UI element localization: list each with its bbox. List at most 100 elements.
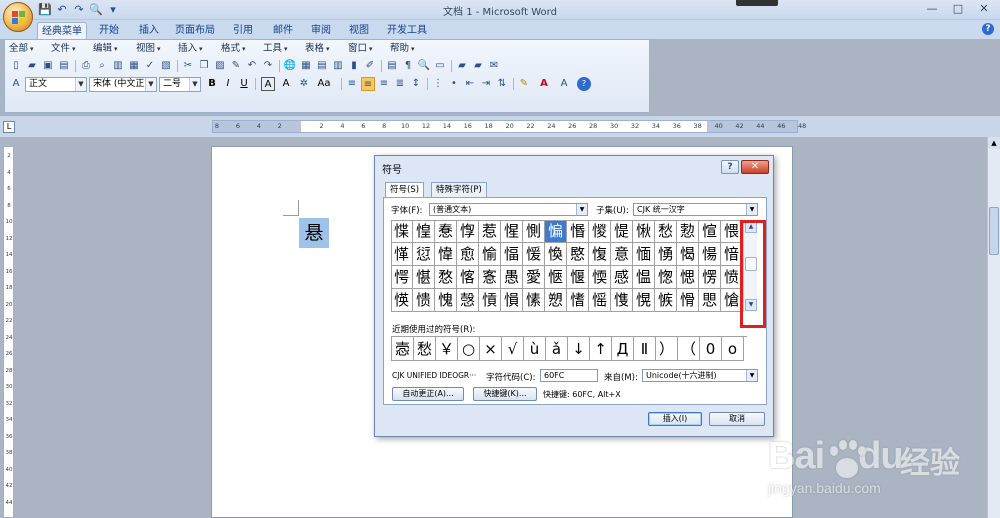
menu-tools[interactable]: 工具 ▾ bbox=[263, 42, 288, 56]
symbol-cell[interactable]: 愍 bbox=[567, 243, 589, 266]
menu-insert[interactable]: 插入 ▾ bbox=[178, 42, 203, 56]
permission-icon[interactable]: ▤ bbox=[57, 59, 71, 73]
symbol-cell[interactable]: 愄 bbox=[721, 220, 743, 243]
symbol-cell[interactable]: 惽 bbox=[567, 220, 589, 243]
symbol-cell[interactable]: 愴 bbox=[721, 289, 743, 312]
symbol-cell[interactable]: 愝 bbox=[567, 266, 589, 289]
symbol-cell[interactable]: 感 bbox=[611, 266, 633, 289]
autocorrect-button[interactable]: 自动更正(A)... bbox=[392, 387, 464, 401]
menu-edit[interactable]: 编辑 ▾ bbox=[93, 42, 118, 56]
numbering-icon[interactable]: ⋮ bbox=[431, 77, 445, 91]
symbol-cell[interactable]: 愲 bbox=[677, 289, 699, 312]
insert-excel-icon[interactable]: ▥ bbox=[331, 59, 345, 73]
tab-insert[interactable]: 插入 bbox=[134, 22, 164, 39]
align-left-icon[interactable]: ≡ bbox=[345, 77, 359, 91]
menu-file[interactable]: 文件 ▾ bbox=[51, 42, 76, 56]
print-icon[interactable]: ⎙ bbox=[79, 59, 93, 73]
recent-symbol-cell[interactable]: ǎ bbox=[546, 337, 568, 361]
symbol-cell[interactable]: 愃 bbox=[699, 220, 721, 243]
symbol-cell[interactable]: 愕 bbox=[391, 266, 413, 289]
symbol-cell[interactable]: 愙 bbox=[479, 266, 501, 289]
paste-icon[interactable]: ▨ bbox=[213, 59, 227, 73]
symbol-cell[interactable]: 愓 bbox=[699, 243, 721, 266]
font-color-icon[interactable]: A bbox=[537, 77, 551, 91]
symbol-cell[interactable]: 愡 bbox=[655, 266, 677, 289]
styles-icon[interactable]: A bbox=[9, 77, 23, 91]
symbol-cell[interactable]: 惾 bbox=[589, 220, 611, 243]
full-screen-icon[interactable]: ▭ bbox=[433, 59, 447, 73]
document-map-icon[interactable]: ▤ bbox=[385, 59, 399, 73]
tab-home[interactable]: 开始 bbox=[94, 22, 124, 39]
recent-symbol-cell[interactable]: ↓ bbox=[568, 337, 590, 361]
font-combo[interactable]: 宋体 (中文正文 ▼ bbox=[89, 77, 157, 92]
from-select[interactable]: Unicode(十六进制) ▼ bbox=[642, 369, 758, 382]
menu-all[interactable]: 全部 ▾ bbox=[9, 42, 34, 56]
cancel-button[interactable]: 取消 bbox=[709, 412, 765, 426]
horizontal-ruler[interactable]: 8 6 4 2 2 4 6 8 10 12 14 16 18 20 22 24 26 28 30 32 34 36 38 40… bbox=[212, 120, 806, 133]
menu-help[interactable]: 帮助 ▾ bbox=[390, 42, 415, 56]
increase-indent-icon[interactable]: ⇥ bbox=[479, 77, 493, 91]
scroll-thumb[interactable] bbox=[989, 207, 999, 255]
font-select[interactable]: (普通文本) ▼ bbox=[429, 203, 588, 216]
symbol-cell[interactable]: 愅 bbox=[391, 243, 413, 266]
symbol-cell[interactable]: 惷 bbox=[435, 220, 457, 243]
symbol-cell[interactable]: 愱 bbox=[655, 289, 677, 312]
symbol-cell[interactable]: 愥 bbox=[391, 289, 413, 312]
spelling-icon[interactable]: ✓ bbox=[143, 59, 157, 73]
menu-table[interactable]: 表格 ▾ bbox=[305, 42, 330, 56]
justify-icon[interactable]: ≣ bbox=[393, 77, 407, 91]
tab-page-layout[interactable]: 页面布局 bbox=[172, 22, 218, 39]
chevron-down-icon[interactable]: ▼ bbox=[746, 204, 757, 215]
maximize-button[interactable]: □ bbox=[946, 1, 970, 17]
align-right-icon[interactable]: ≡ bbox=[377, 77, 391, 91]
recent-symbol-cell[interactable]: 0 bbox=[700, 337, 722, 361]
highlight-icon[interactable]: ✎ bbox=[517, 77, 531, 91]
change-case-button[interactable]: Aa bbox=[313, 77, 335, 91]
menu-window[interactable]: 窗口 ▾ bbox=[348, 42, 373, 56]
show-hide-icon[interactable]: ¶ bbox=[401, 59, 415, 73]
close-window-button[interactable]: ✕ bbox=[972, 1, 996, 17]
cut-icon[interactable]: ✂ bbox=[181, 59, 195, 73]
symbol-cell[interactable]: 愮 bbox=[589, 289, 611, 312]
symbol-cell[interactable]: 愚 bbox=[501, 266, 523, 289]
translate-icon[interactable]: ▦ bbox=[127, 59, 141, 73]
dialog-close-button[interactable]: ✕ bbox=[741, 160, 769, 174]
text-effects-icon[interactable]: ✲ bbox=[297, 77, 311, 91]
symbol-cell[interactable]: 愉 bbox=[479, 243, 501, 266]
recent-symbol-cell[interactable]: ○ bbox=[458, 337, 480, 361]
symbol-cell[interactable]: 愭 bbox=[567, 289, 589, 312]
format-painter-icon[interactable]: ✎ bbox=[229, 59, 243, 73]
style-combo[interactable]: 正文 ▼ bbox=[25, 77, 87, 92]
symbol-cell[interactable]: 愧 bbox=[435, 289, 457, 312]
symbol-cell[interactable]: 愜 bbox=[545, 266, 567, 289]
symbol-cell[interactable]: 愈 bbox=[457, 243, 479, 266]
char-border-button[interactable]: A bbox=[261, 77, 275, 91]
symbol-cell-selected[interactable]: 惼 bbox=[545, 220, 567, 243]
symbol-cell[interactable]: 愀 bbox=[633, 220, 655, 243]
italic-button[interactable]: I bbox=[221, 77, 235, 91]
hyperlink-icon[interactable]: 🌐 bbox=[283, 59, 297, 73]
recent-symbol-cell[interactable]: Д bbox=[612, 337, 634, 361]
mail-icon[interactable]: ✉ bbox=[487, 59, 501, 73]
symbol-cell[interactable]: 愪 bbox=[501, 289, 523, 312]
symbol-cell[interactable]: 惶 bbox=[413, 220, 435, 243]
char-scale-button[interactable]: A bbox=[279, 77, 293, 91]
symbol-cell[interactable]: 惹 bbox=[479, 220, 501, 243]
help-icon[interactable]: ? bbox=[982, 23, 994, 35]
scroll-down-icon[interactable]: ▼ bbox=[745, 299, 757, 311]
symbol-cell[interactable]: 愌 bbox=[545, 243, 567, 266]
research-icon[interactable]: ▥ bbox=[111, 59, 125, 73]
new-document-icon[interactable]: ▯ bbox=[9, 59, 23, 73]
symbol-cell[interactable]: 愖 bbox=[413, 266, 435, 289]
recent-symbol-cell[interactable]: 悫 bbox=[392, 337, 414, 361]
menu-view[interactable]: 视图 ▾ bbox=[136, 42, 161, 56]
symbol-cell[interactable]: 意 bbox=[611, 243, 633, 266]
symbol-cell[interactable]: 愑 bbox=[655, 243, 677, 266]
decrease-indent-icon[interactable]: ⇤ bbox=[463, 77, 477, 91]
symbol-cell[interactable]: 愦 bbox=[413, 289, 435, 312]
symbol-cell[interactable]: 愔 bbox=[721, 243, 743, 266]
tab-classic-menu[interactable]: 经典菜单 bbox=[37, 22, 87, 39]
shortcut-key-button[interactable]: 快捷键(K)... bbox=[473, 387, 537, 401]
tab-view[interactable]: 视图 bbox=[344, 22, 374, 39]
symbol-cell[interactable]: 愯 bbox=[611, 289, 633, 312]
